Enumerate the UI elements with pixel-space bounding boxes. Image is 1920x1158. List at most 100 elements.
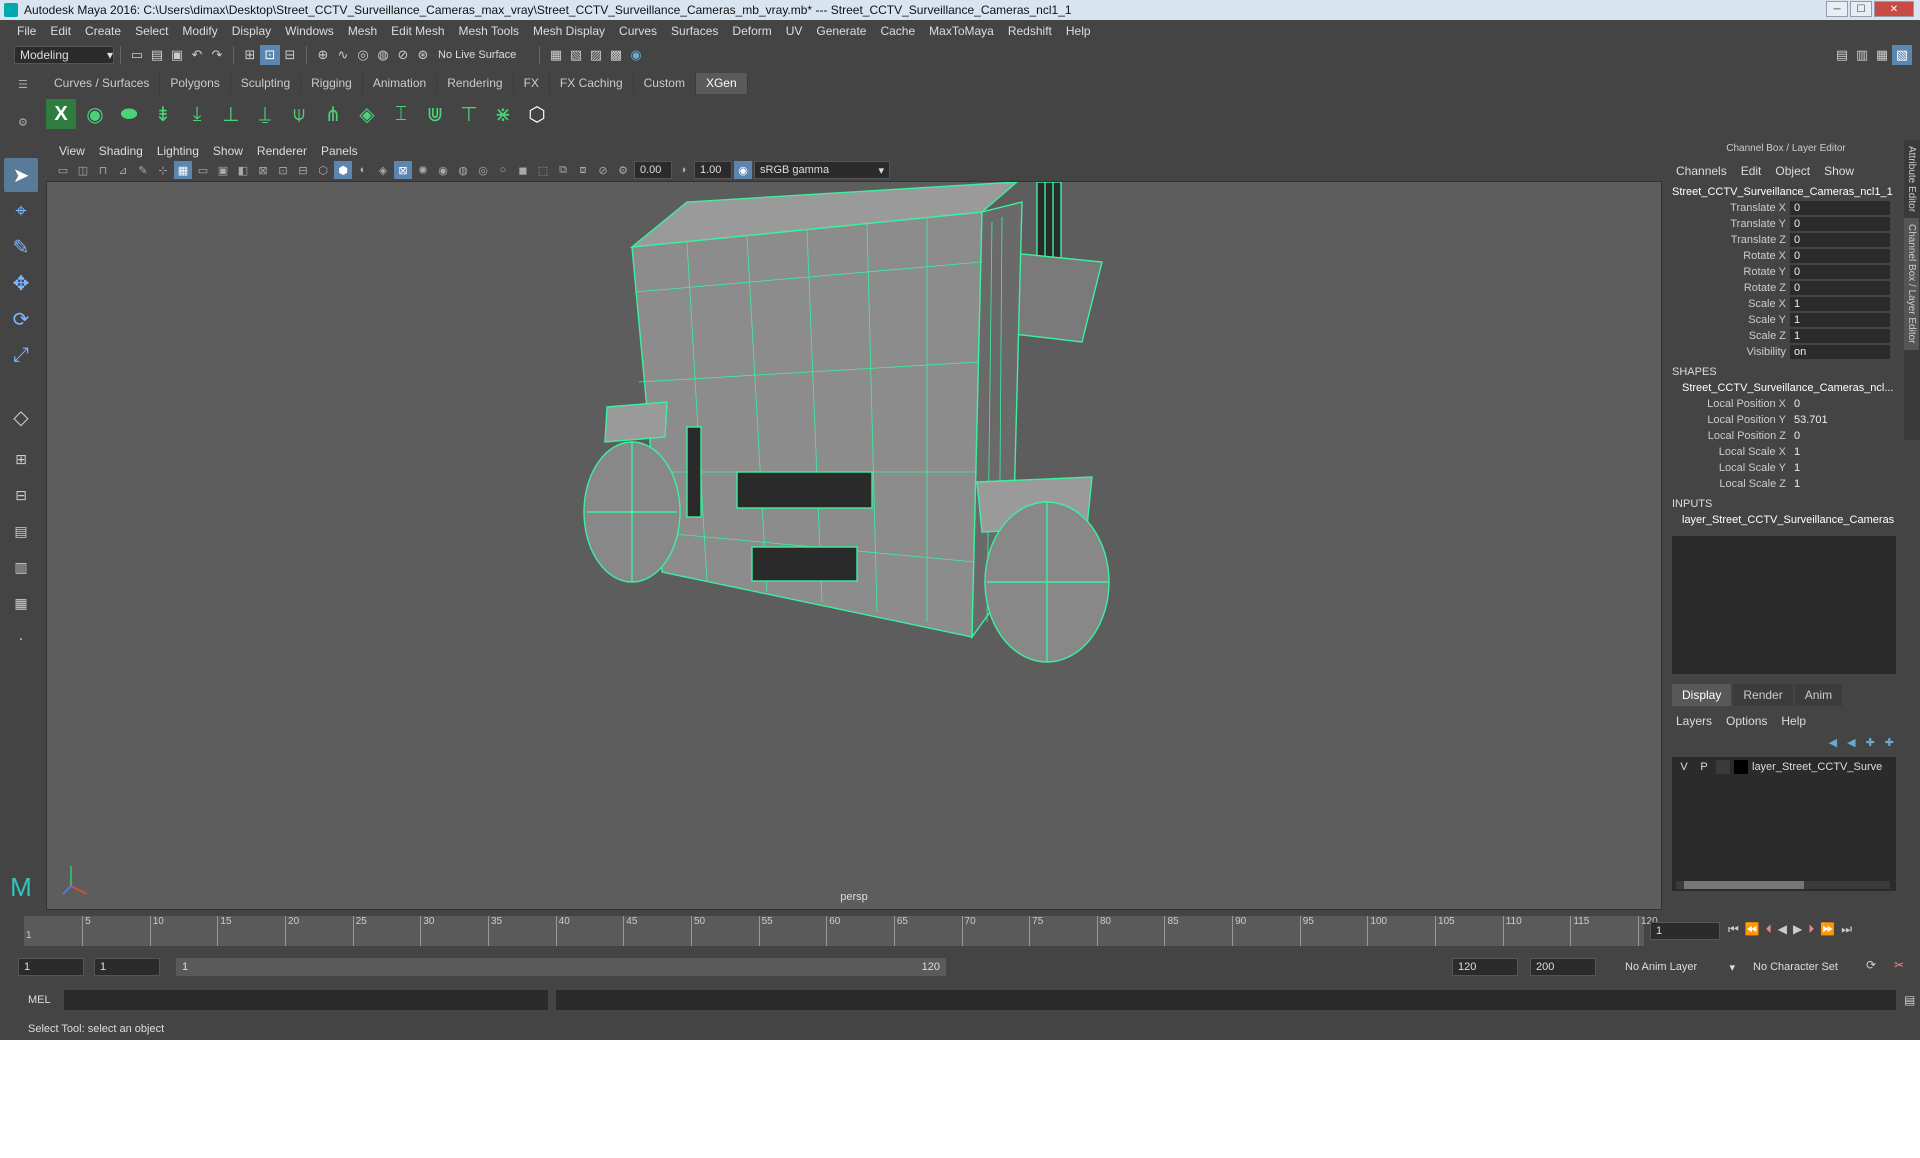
attr-row[interactable]: Rotate Z 0 — [1668, 280, 1904, 296]
layer-scrollbar[interactable] — [1676, 881, 1890, 889]
layer-type-toggle[interactable] — [1716, 760, 1730, 774]
close-button[interactable]: ✕ — [1874, 1, 1914, 17]
camera-select-icon[interactable]: ▭ — [54, 161, 72, 179]
attr-value[interactable]: 1 — [1790, 461, 1890, 475]
attr-value[interactable]: 0 — [1790, 217, 1890, 231]
select-component-icon[interactable]: ⊟ — [280, 45, 300, 65]
xgen-editor-icon[interactable]: X — [46, 99, 76, 129]
new-layer-selected-icon[interactable]: ✚ — [1885, 736, 1894, 749]
hypershade-icon[interactable]: ▩ — [606, 45, 626, 65]
step-back-icon[interactable]: ⏪ — [1745, 922, 1760, 937]
open-scene-icon[interactable]: ▤ — [147, 45, 167, 65]
lock-length-icon[interactable]: ⍦ — [284, 99, 314, 129]
step-forward-key-icon[interactable]: ⏵ — [1808, 922, 1814, 937]
le-menu-options[interactable]: Options — [1726, 714, 1767, 728]
menu-mesh-tools[interactable]: Mesh Tools — [452, 24, 526, 38]
menu-modify[interactable]: Modify — [175, 24, 224, 38]
place-guides-icon[interactable]: ⇟ — [148, 99, 178, 129]
exposure-icon[interactable]: ⚙ — [614, 161, 632, 179]
attr-value[interactable]: on — [1790, 345, 1890, 359]
comb-guides-icon[interactable]: ⋓ — [420, 99, 450, 129]
add-guide-icon[interactable]: ⤓ — [182, 99, 212, 129]
command-input[interactable] — [64, 990, 548, 1010]
tab-animation[interactable]: Animation — [363, 73, 438, 94]
script-editor-icon[interactable]: ▤ — [1904, 993, 1915, 1007]
menu-help[interactable]: Help — [1059, 24, 1098, 38]
hypershade-layout-icon[interactable]: ▦ — [4, 586, 38, 620]
scale-tool-icon[interactable]: ⤢ — [4, 338, 38, 372]
anim-start-field[interactable]: 1 — [18, 958, 84, 976]
attr-value[interactable]: 0 — [1790, 233, 1890, 247]
attr-value[interactable]: 0 — [1790, 265, 1890, 279]
snap-grid-icon[interactable]: ⊕ — [313, 45, 333, 65]
attr-value[interactable]: 0 — [1790, 397, 1890, 411]
render-settings-icon[interactable]: ▨ — [586, 45, 606, 65]
undo-icon[interactable]: ↶ — [187, 45, 207, 65]
snap-point-icon[interactable]: ◎ — [353, 45, 373, 65]
object-name[interactable]: Street_CCTV_Surveillance_Cameras_ncl1_1 — [1668, 184, 1896, 200]
2d-pan-icon[interactable]: ⊹ — [154, 161, 172, 179]
menu-edit-mesh[interactable]: Edit Mesh — [384, 24, 451, 38]
guide-length-icon[interactable]: ⍊ — [250, 99, 280, 129]
depth-of-field-icon[interactable]: ◼ — [514, 161, 532, 179]
menu-redshift[interactable]: Redshift — [1001, 24, 1059, 38]
select-object-icon[interactable]: ⊡ — [260, 45, 280, 65]
ipr-render-icon[interactable]: ▧ — [566, 45, 586, 65]
attr-row[interactable]: Translate X 0 — [1668, 200, 1904, 216]
vp-menu-renderer[interactable]: Renderer — [250, 144, 314, 158]
attr-value[interactable]: 0 — [1790, 201, 1890, 215]
textured-icon[interactable]: ⊠ — [394, 161, 412, 179]
cb-menu-edit[interactable]: Edit — [1741, 164, 1762, 178]
redo-icon[interactable]: ↷ — [207, 45, 227, 65]
go-to-start-icon[interactable]: ⏮ — [1728, 922, 1739, 937]
menu-mesh-display[interactable]: Mesh Display — [526, 24, 612, 38]
snap-surface-icon[interactable]: ⊘ — [393, 45, 413, 65]
attr-value[interactable]: 1 — [1790, 297, 1890, 311]
menu-uv[interactable]: UV — [779, 24, 810, 38]
attr-row[interactable]: Local Position Z 0 — [1668, 428, 1904, 444]
go-to-end-icon[interactable]: ⏭ — [1841, 922, 1852, 937]
attr-value[interactable]: 1 — [1790, 313, 1890, 327]
attr-row[interactable]: Scale X 1 — [1668, 296, 1904, 312]
attr-row[interactable]: Local Position X 0 — [1668, 396, 1904, 412]
shape-name[interactable]: Street_CCTV_Surveillance_Cameras_ncl... — [1668, 380, 1896, 396]
tab-custom[interactable]: Custom — [634, 73, 696, 94]
layer-row[interactable]: V P layer_Street_CCTV_Surve — [1672, 757, 1896, 777]
attr-value[interactable]: 1 — [1790, 445, 1890, 459]
play-forward-icon[interactable]: ▶ — [1793, 922, 1802, 937]
mode-selector[interactable]: Modeling ▾ — [14, 46, 114, 64]
two-view-icon[interactable]: ⊟ — [4, 478, 38, 512]
four-view-icon[interactable]: ⊞ — [4, 442, 38, 476]
save-scene-icon[interactable]: ▣ — [167, 45, 187, 65]
wireframe-on-shaded-icon[interactable]: ◈ — [374, 161, 392, 179]
attr-row[interactable]: Scale Z 1 — [1668, 328, 1904, 344]
new-scene-icon[interactable]: ▭ — [127, 45, 147, 65]
vp-menu-panels[interactable]: Panels — [314, 144, 365, 158]
gamma-icon[interactable]: ◑ — [674, 161, 692, 179]
antialias-icon[interactable]: ○ — [494, 161, 512, 179]
current-frame-field[interactable]: 1 — [1650, 922, 1720, 940]
xray-joints-icon[interactable]: ⧈ — [574, 161, 592, 179]
time-ruler[interactable]: 1 5 10 15 20 25 30 35 40 45 50 55 60 65 70 75 80 85 90 95 1… — [24, 916, 1658, 946]
playback-start-field[interactable]: 1 — [94, 958, 160, 976]
smooth-guides-icon[interactable]: ⊤ — [454, 99, 484, 129]
tool-settings-icon[interactable]: ▦ — [1872, 45, 1892, 65]
attr-value[interactable]: 1 — [1790, 329, 1890, 343]
play-back-icon[interactable]: ◀ — [1778, 922, 1787, 937]
tab-sculpting[interactable]: Sculpting — [231, 73, 302, 94]
attr-value[interactable]: 0 — [1790, 249, 1890, 263]
attr-value[interactable]: 1 — [1790, 477, 1890, 491]
tab-xgen[interactable]: XGen — [695, 73, 748, 94]
menu-mesh[interactable]: Mesh — [341, 24, 384, 38]
exposure-field[interactable]: 0.00 — [634, 161, 672, 179]
layer-color-swatch[interactable] — [1734, 760, 1748, 774]
image-plane-icon[interactable]: ⊿ — [114, 161, 132, 179]
tab-curves-surfaces[interactable]: Curves / Surfaces — [44, 73, 161, 94]
attr-value[interactable]: 53.701 — [1790, 413, 1890, 427]
menu-create[interactable]: Create — [78, 24, 128, 38]
create-description-icon[interactable]: ⬬ — [114, 99, 144, 129]
snap-view-icon[interactable]: ◍ — [373, 45, 393, 65]
menu-cache[interactable]: Cache — [873, 24, 922, 38]
noise-guides-icon[interactable]: ⋇ — [488, 99, 518, 129]
sculpt-guides-icon[interactable]: ⊥ — [216, 99, 246, 129]
